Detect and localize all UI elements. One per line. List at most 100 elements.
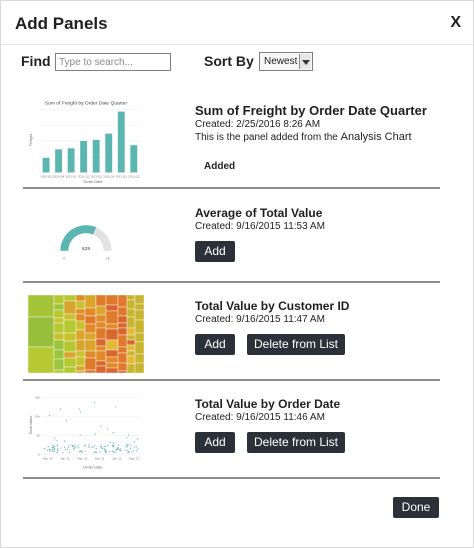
treemap-cell: [84, 307, 97, 317]
scatter-point: [53, 437, 56, 439]
scatter-point: [125, 446, 127, 448]
scatter-point: [56, 448, 59, 450]
treemap-cell: [28, 316, 55, 348]
scatter-point: [126, 445, 128, 448]
treemap-cell: [75, 295, 86, 302]
treemap-cell: [134, 319, 144, 334]
panel-created: Created: 2/25/2016 8:26 AM: [195, 119, 321, 130]
scatter-point: [117, 448, 119, 451]
scatter-point: [69, 444, 71, 446]
scatter-point: [104, 446, 107, 448]
treemap-cell: [84, 332, 97, 341]
x-tick-label: 2012-Q1: [116, 174, 128, 178]
treemap-cell: [63, 357, 77, 368]
scatter-point: [81, 451, 83, 453]
scatter-point: [62, 451, 64, 453]
scatter-point: [73, 448, 75, 451]
panel-divider: [23, 281, 440, 283]
scatter-point: [133, 450, 135, 452]
treemap-cell: [95, 314, 107, 323]
chart-ylabel: Total Value: [28, 416, 33, 435]
scatter-point: [78, 451, 81, 453]
sort-by-label: Sort By: [204, 53, 254, 69]
treemap-cell: [28, 295, 55, 318]
bar: [80, 140, 88, 173]
done-button[interactable]: Done: [393, 497, 439, 518]
scatter-point: [44, 447, 46, 450]
scatter-point: [51, 449, 54, 451]
scatter-point: [106, 451, 108, 453]
add-panels-dialog: Add Panels X Find Sort By Newest Sum of …: [0, 0, 474, 548]
treemap-cell: [63, 366, 77, 373]
treemap-cell: [53, 349, 65, 360]
search-input[interactable]: [55, 53, 171, 71]
scatter-point: [127, 449, 129, 451]
panel-divider: [23, 187, 440, 189]
scatter-point: [72, 446, 74, 448]
treemap-cell: [105, 304, 119, 312]
scatter-point: [101, 447, 103, 449]
bar: [67, 148, 75, 173]
scatter-point: [53, 450, 55, 453]
chart-ylabel: Freight: [28, 133, 33, 146]
scatter-point: [127, 444, 129, 446]
scatter-point: [80, 450, 82, 452]
sort-select[interactable]: Newest: [259, 52, 313, 71]
delete-from-list-button[interactable]: Delete from List: [247, 334, 345, 355]
scatter-point: [47, 446, 49, 448]
scatter-point: [49, 450, 51, 452]
treemap-cell: [134, 295, 144, 305]
add-button[interactable]: Add: [195, 241, 235, 262]
scatter-point: [104, 451, 106, 453]
treemap-thumbnail[interactable]: [28, 295, 144, 373]
treemap-cell: [117, 346, 128, 354]
scatter-point: [53, 446, 55, 448]
scatter-point: [59, 408, 62, 410]
scatter-point: [128, 451, 130, 453]
treemap-cell: [63, 340, 77, 353]
treemap-cell: [134, 353, 144, 364]
chevron-down-icon[interactable]: [299, 54, 311, 69]
gauge-thumbnail[interactable]: 629 0 1k: [28, 197, 144, 277]
treemap-cell: [134, 309, 144, 321]
treemap-cell: [53, 369, 65, 373]
panel-created: Created: 9/16/2015 11:46 AM: [195, 412, 325, 423]
scatter-point: [124, 449, 127, 451]
treemap-cell: [63, 351, 77, 359]
scatter-point: [93, 445, 95, 447]
delete-from-list-button[interactable]: Delete from List: [247, 432, 345, 453]
bar: [42, 157, 50, 173]
scatter-point: [77, 444, 79, 447]
scatter-chart-thumbnail[interactable]: Total Value Order Date 15k 10k 5k 0Sep '10 J…: [28, 391, 144, 471]
scatter-point: [112, 431, 114, 434]
y-tick-label: 5k: [37, 434, 41, 438]
toolbar: Find Sort By Newest: [1, 51, 474, 75]
chart-xlabel: Order Date: [83, 464, 102, 469]
scatter-point: [99, 445, 101, 448]
scatter-point: [53, 447, 55, 449]
y-tick-label: 0: [38, 453, 40, 457]
scatter-point: [74, 446, 76, 449]
scatter-point: [52, 444, 54, 447]
scatter-point: [88, 444, 90, 446]
treemap-cell: [105, 328, 119, 341]
treemap-cell: [84, 350, 97, 359]
scatter-point: [74, 445, 76, 447]
x-tick-label: 2010-Q3: [40, 174, 52, 178]
add-button[interactable]: Add: [195, 432, 235, 453]
treemap-cell: [53, 358, 65, 371]
close-icon[interactable]: X: [450, 14, 461, 32]
bar-chart-thumbnail[interactable]: Sum of Freight by Order Date Quarter Fre…: [28, 95, 144, 185]
add-button[interactable]: Add: [195, 334, 235, 355]
treemap-cell: [95, 350, 107, 362]
bar: [130, 145, 138, 173]
treemap-cell: [105, 349, 119, 358]
treemap-cell: [95, 295, 107, 307]
treemap-cell: [75, 300, 86, 310]
x-tick-label: 2011-Q2: [78, 174, 90, 178]
treemap-cell: [117, 362, 128, 372]
added-status: Added: [204, 161, 236, 172]
treemap-cell: [117, 334, 128, 348]
scatter-point: [99, 451, 101, 453]
treemap-cell: [117, 306, 128, 317]
